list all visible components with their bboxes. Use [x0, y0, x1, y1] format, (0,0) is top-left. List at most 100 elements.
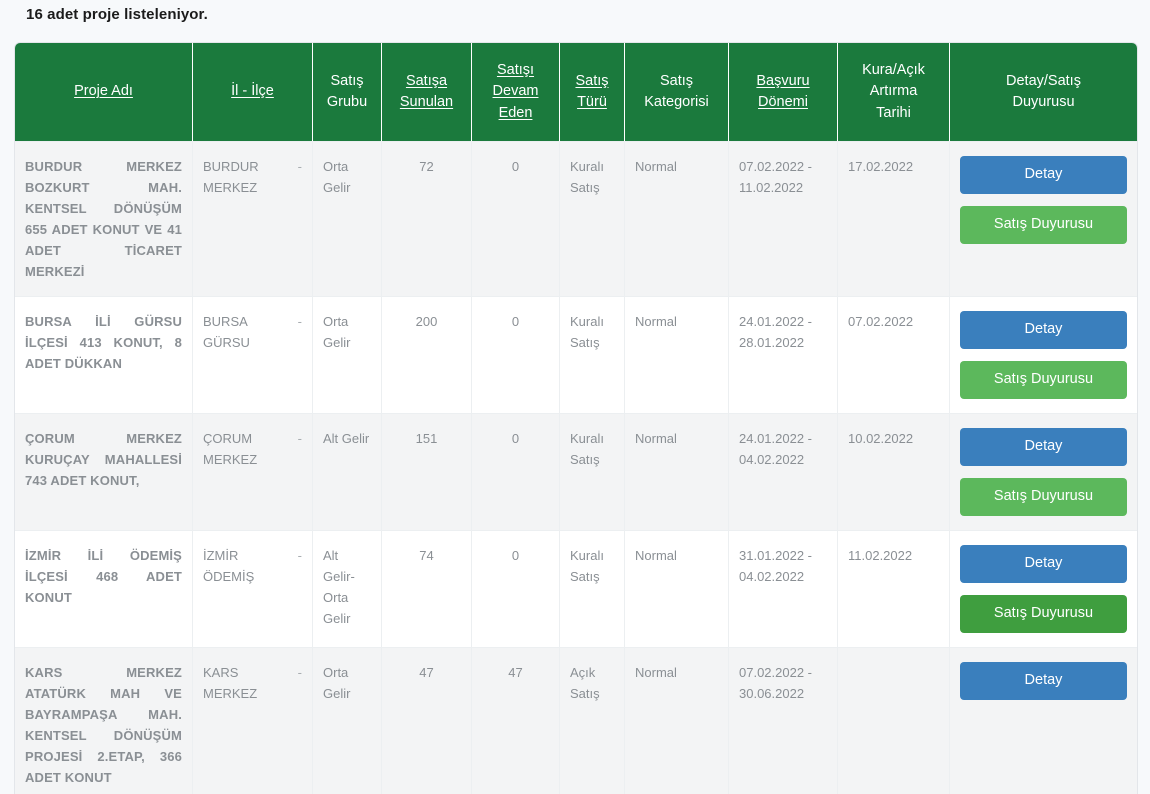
- cell-satisa-sunulan: 151: [382, 413, 472, 531]
- cell-satis-grubu: Orta Gelir: [313, 646, 382, 794]
- cell-proje-adi: İZMİR İLİ ÖDEMİŞ İLÇESİ 468 ADET KONUT: [15, 530, 193, 647]
- cell-satisi-devam-eden: 0: [472, 413, 560, 531]
- column-header-kura-acik-artirma-tarihi: Kura/Açık Artırma Tarihi: [838, 43, 950, 141]
- il-ilce-separator: -: [297, 314, 302, 330]
- column-header-satis-turu[interactable]: Satış Türü: [560, 43, 625, 141]
- cell-satisa-sunulan: 74: [382, 530, 472, 647]
- cell-satis-kategorisi: Normal: [625, 646, 729, 794]
- cell-il-ilce: ÇORUM - MERKEZ: [193, 413, 313, 531]
- detay-button[interactable]: Detay: [960, 545, 1127, 583]
- column-header-label: Proje Adı: [74, 83, 133, 100]
- detay-button[interactable]: Detay: [960, 661, 1127, 700]
- cell-satisa-sunulan: 47: [382, 646, 472, 794]
- table-row: BURSA İLİ GÜRSU İLÇESİ 413 KONUT, 8 ADET…: [15, 296, 1137, 414]
- cell-basvuru-donemi: 31.01.2022 - 04.02.2022: [729, 530, 838, 647]
- column-header-label: Kura/Açık Artırma Tarihi: [862, 62, 925, 121]
- il-label: BURSA: [203, 314, 248, 330]
- cell-il-ilce: KARS - MERKEZ: [193, 646, 313, 794]
- cell-kura-acik-artirma-tarihi: 10.02.2022: [838, 413, 950, 531]
- satis-duyurusu-button[interactable]: Satış Duyurusu: [960, 478, 1127, 517]
- cell-satis-turu: Kuralı Satış: [560, 296, 625, 414]
- cell-satis-grubu: Alt Gelir-Orta Gelir: [313, 530, 382, 647]
- cell-kura-acik-artirma-tarihi: 17.02.2022: [838, 141, 950, 297]
- cell-detay-satis-duyurusu: Detay Satış Duyurusu: [950, 530, 1137, 647]
- table-header-row: Proje Adı İl - İlçe Satış Grubu Satışa Sunula…: [15, 43, 1137, 141]
- cell-satis-grubu: Orta Gelir: [313, 296, 382, 414]
- column-header-satisi-devam-eden[interactable]: Satışı Devam Eden: [472, 43, 560, 141]
- cell-proje-adi: ÇORUM MERKEZ KURUÇAY MAHALLESİ 743 ADET …: [15, 413, 193, 531]
- satis-duyurusu-button[interactable]: Satış Duyurusu: [960, 594, 1127, 633]
- cell-satis-kategorisi: Normal: [625, 413, 729, 531]
- detay-button[interactable]: Detay: [960, 156, 1127, 194]
- column-header-label: Satış Grubu: [326, 72, 368, 110]
- column-header-label: Satış Türü: [575, 72, 609, 110]
- column-header-satis-grubu: Satış Grubu: [313, 43, 382, 141]
- cell-satisi-devam-eden: 47: [472, 646, 560, 794]
- ilce-label: ÖDEMİŞ: [203, 569, 255, 585]
- il-ilce-separator: -: [297, 431, 302, 447]
- satis-duyurusu-button[interactable]: Satış Duyurusu: [960, 205, 1127, 244]
- cell-detay-satis-duyurusu: Detay Satış Duyurusu: [950, 141, 1137, 297]
- cell-satis-grubu: Orta Gelir: [313, 141, 382, 297]
- cell-kura-acik-artirma-tarihi: [838, 646, 950, 794]
- cell-il-ilce: İZMİR - ÖDEMİŞ: [193, 530, 313, 647]
- cell-satisi-devam-eden: 0: [472, 296, 560, 414]
- column-header-label: Başvuru Dönemi: [756, 72, 810, 110]
- cell-basvuru-donemi: 24.01.2022 - 28.01.2022: [729, 296, 838, 414]
- cell-satis-turu: Kuralı Satış: [560, 141, 625, 297]
- il-label: ÇORUM: [203, 431, 253, 447]
- cell-satis-turu: Açık Satış: [560, 646, 625, 794]
- cell-satisi-devam-eden: 0: [472, 530, 560, 647]
- ilce-label: MERKEZ: [203, 685, 258, 701]
- detay-button[interactable]: Detay: [960, 311, 1127, 350]
- cell-detay-satis-duyurusu: Detay Satış Duyurusu: [950, 413, 1137, 531]
- cell-satis-turu: Kuralı Satış: [560, 530, 625, 647]
- cell-proje-adi: BURSA İLİ GÜRSU İLÇESİ 413 KONUT, 8 ADET…: [15, 296, 193, 414]
- cell-il-ilce: BURSA - GÜRSU: [193, 296, 313, 414]
- column-header-detay-satis-duyurusu: Detay/Satış Duyurusu: [950, 43, 1137, 141]
- cell-detay-satis-duyurusu: Detay Satış Duyurusu: [950, 296, 1137, 414]
- il-label: BURDUR: [203, 159, 259, 174]
- table-row: İZMİR İLİ ÖDEMİŞ İLÇESİ 468 ADET KONUT İZ…: [15, 530, 1137, 647]
- cell-proje-adi: BURDUR MERKEZ BOZKURT MAH. KENTSEL DÖNÜŞ…: [15, 141, 193, 297]
- cell-basvuru-donemi: 07.02.2022 - 11.02.2022: [729, 141, 838, 297]
- project-list-page: 16 adet proje listeleniyor. Proje Adı İl …: [0, 0, 1150, 794]
- cell-detay-satis-duyurusu: Detay: [950, 646, 1137, 794]
- ilce-label: GÜRSU: [203, 335, 250, 351]
- projects-table-container: Proje Adı İl - İlçe Satış Grubu Satışa Sunula…: [14, 42, 1138, 794]
- table-row: ÇORUM MERKEZ KURUÇAY MAHALLESİ 743 ADET …: [15, 413, 1137, 531]
- column-header-label: İl - İlçe: [231, 83, 274, 100]
- il-label: KARS: [203, 664, 239, 680]
- cell-satis-turu: Kuralı Satış: [560, 413, 625, 531]
- cell-satisi-devam-eden: 0: [472, 141, 560, 297]
- cell-il-ilce: BURDUR - MERKEZ: [193, 141, 313, 297]
- projects-table: Proje Adı İl - İlçe Satış Grubu Satışa Sunula…: [14, 42, 1138, 794]
- cell-kura-acik-artirma-tarihi: 11.02.2022: [838, 530, 950, 647]
- column-header-satisa-sunulan[interactable]: Satışa Sunulan: [382, 43, 472, 141]
- column-header-proje-adi[interactable]: Proje Adı: [15, 43, 193, 141]
- cell-satis-kategorisi: Normal: [625, 530, 729, 647]
- cell-basvuru-donemi: 07.02.2022 - 30.06.2022: [729, 646, 838, 794]
- cell-satisa-sunulan: 72: [382, 141, 472, 297]
- column-header-basvuru-donemi[interactable]: Başvuru Dönemi: [729, 43, 838, 141]
- table-row: BURDUR MERKEZ BOZKURT MAH. KENTSEL DÖNÜŞ…: [15, 141, 1137, 297]
- cell-basvuru-donemi: 24.01.2022 - 04.02.2022: [729, 413, 838, 531]
- column-header-il-ilce[interactable]: İl - İlçe: [193, 43, 313, 141]
- il-label: İZMİR: [203, 548, 239, 564]
- detay-button[interactable]: Detay: [960, 428, 1127, 467]
- column-header-satis-kategorisi: Satış Kategorisi: [625, 43, 729, 141]
- result-count-label: 16 adet proje listeleniyor.: [26, 6, 208, 23]
- ilce-label: MERKEZ: [203, 180, 258, 196]
- cell-satis-grubu: Alt Gelir: [313, 413, 382, 531]
- table-body: BURDUR MERKEZ BOZKURT MAH. KENTSEL DÖNÜŞ…: [15, 141, 1137, 794]
- il-ilce-separator: -: [297, 548, 302, 564]
- column-header-label: Satış Kategorisi: [644, 72, 709, 110]
- il-ilce-separator: -: [297, 664, 302, 680]
- cell-proje-adi: KARS MERKEZ ATATÜRK MAH VE BAYRAMPAŞA MA…: [15, 646, 193, 794]
- cell-satis-kategorisi: Normal: [625, 141, 729, 297]
- satis-duyurusu-button[interactable]: Satış Duyurusu: [960, 361, 1127, 400]
- column-header-label: Satışa Sunulan: [399, 72, 454, 110]
- table-header: Proje Adı İl - İlçe Satış Grubu Satışa Sunula…: [15, 43, 1137, 141]
- table-row: KARS MERKEZ ATATÜRK MAH VE BAYRAMPAŞA MA…: [15, 646, 1137, 794]
- il-ilce-separator: -: [297, 159, 302, 174]
